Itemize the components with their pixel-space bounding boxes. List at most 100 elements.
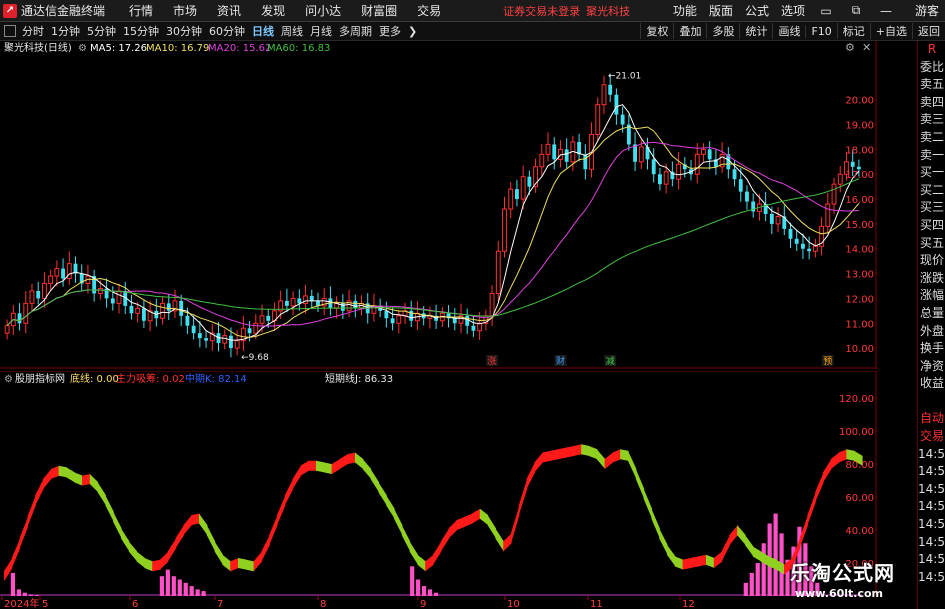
main-force-bar: [177, 579, 182, 596]
side-panel-item[interactable]: [918, 393, 945, 411]
panel-toggle-icon[interactable]: [4, 25, 16, 37]
mid-k-band-segment: [612, 449, 621, 463]
side-panel-item[interactable]: 14:56: [918, 463, 945, 481]
candle-body: [508, 188, 514, 210]
side-panel-item[interactable]: 买四: [918, 217, 945, 235]
settings-gear-icon[interactable]: ⚙: [78, 43, 87, 54]
side-panel-item[interactable]: 涨跌: [918, 270, 945, 288]
side-panel-item[interactable]: 卖四: [918, 94, 945, 112]
period-60min[interactable]: 60分钟: [209, 23, 245, 39]
menu-discover[interactable]: 发现: [259, 2, 287, 19]
side-panel-item[interactable]: 外盘: [918, 323, 945, 341]
side-panel-item[interactable]: 14:56: [918, 446, 945, 464]
sub-y-tick-label: 40.00: [845, 526, 874, 537]
button-adjust[interactable]: 复权: [640, 23, 673, 39]
app-logo-icon: ↗: [3, 3, 17, 18]
period-monthly[interactable]: 月线: [310, 23, 332, 39]
button-multi-stock[interactable]: 多股: [706, 23, 739, 39]
menu-function[interactable]: 功能: [673, 2, 697, 19]
event-marker[interactable]: 减: [606, 355, 615, 367]
side-panel-item[interactable]: 14:56: [918, 551, 945, 569]
side-panel-item[interactable]: 14:56: [918, 498, 945, 516]
menu-trade[interactable]: 交易: [415, 2, 443, 19]
menu-news[interactable]: 资讯: [215, 2, 243, 19]
candle-body: [396, 315, 402, 324]
minimize-icon[interactable]: —: [877, 4, 895, 18]
mid-k-band-segment: [261, 534, 270, 562]
menu-quotes[interactable]: 行情: [127, 2, 155, 19]
button-back[interactable]: 返回: [912, 23, 945, 39]
ma10-label: MA10: 16.79: [146, 43, 209, 54]
mid-k-band-segment: [50, 465, 60, 480]
side-panel-item[interactable]: 现价: [918, 252, 945, 270]
watermark-title: 乐淘公式网: [790, 561, 895, 585]
candle-body: [116, 290, 122, 304]
candle-body: [788, 228, 793, 239]
chart-close-icon[interactable]: ✕: [862, 41, 871, 54]
period-30min[interactable]: 30分钟: [166, 23, 202, 39]
side-panel-item[interactable]: 买五: [918, 235, 945, 253]
period-multi[interactable]: 多周期: [339, 23, 372, 39]
side-panel-item[interactable]: 14:56: [918, 534, 945, 552]
button-mark[interactable]: 标记: [836, 23, 870, 39]
side-panel-item[interactable]: 买二: [918, 182, 945, 200]
candlestick-chart[interactable]: 10.00 11.00 12.00 13.00 14.00 15.00 16.00 17.00…: [0, 41, 877, 369]
period-5min[interactable]: 5分钟: [87, 23, 116, 39]
side-panel-item[interactable]: 14:56: [918, 569, 945, 587]
event-marker[interactable]: 财: [556, 355, 565, 367]
side-panel-item[interactable]: 交易: [918, 428, 945, 446]
side-panel-item[interactable]: 涨幅: [918, 287, 945, 305]
side-panel-item[interactable]: 卖五: [918, 76, 945, 94]
side-panel-item[interactable]: 14:56: [918, 516, 945, 534]
menu-market[interactable]: 市场: [171, 2, 199, 19]
side-panel-item[interactable]: 自动: [918, 410, 945, 428]
menu-ask-xiaoda[interactable]: 问小达: [303, 2, 343, 19]
period-intraday[interactable]: 分时: [22, 23, 44, 39]
button-overlay[interactable]: 叠加: [673, 23, 706, 39]
side-panel-r-tab[interactable]: R: [918, 41, 945, 59]
menu-layout[interactable]: 版面: [709, 2, 733, 19]
side-panel-item[interactable]: 14:56: [918, 481, 945, 499]
event-marker[interactable]: 预: [823, 356, 832, 367]
period-more[interactable]: 更多: [379, 23, 401, 39]
tile-icon[interactable]: ⧉: [847, 3, 865, 18]
button-add-watchlist[interactable]: +自选: [869, 23, 912, 39]
period-1min[interactable]: 1分钟: [51, 23, 80, 39]
mid-k-band-segment: [573, 444, 582, 456]
side-panel-item[interactable]: 总量: [918, 305, 945, 323]
button-statistics[interactable]: 统计: [739, 23, 772, 39]
side-panel-item[interactable]: 委比: [918, 59, 945, 77]
mid-k-band-segment: [807, 492, 816, 526]
mid-k-band-segment: [651, 508, 660, 539]
period-weekly[interactable]: 周线: [281, 23, 303, 39]
menu-wealth-circle[interactable]: 财富圈: [359, 2, 399, 19]
mid-k-band-segment: [27, 495, 36, 527]
side-panel-item[interactable]: 卖一: [918, 147, 945, 165]
side-panel-item[interactable]: 买三: [918, 199, 945, 217]
indicator-chart[interactable]: 20.0040.0060.0080.00100.00120.00 ⚙ 股朋指标网…: [0, 371, 877, 596]
user-label[interactable]: 游客: [915, 2, 939, 19]
side-panel-item[interactable]: 买一: [918, 164, 945, 182]
price-annotation: ←9.68: [241, 353, 269, 363]
side-panel-item[interactable]: 净资: [918, 358, 945, 376]
side-panel-item[interactable]: 卖三: [918, 111, 945, 129]
menu-formula[interactable]: 公式: [745, 2, 769, 19]
login-notice[interactable]: 证券交易未登录: [503, 3, 580, 19]
sub-gear-icon[interactable]: ⚙: [4, 374, 13, 385]
restore-icon[interactable]: ▭: [817, 4, 835, 18]
button-f10[interactable]: F10: [805, 24, 836, 38]
chart-settings-icon[interactable]: ⚙: [845, 41, 855, 54]
mid-k-band-segment: [144, 558, 153, 572]
period-daily[interactable]: 日线: [252, 23, 274, 39]
side-panel-item[interactable]: 换手: [918, 340, 945, 358]
button-draw-line[interactable]: 画线: [772, 23, 805, 39]
period-15min[interactable]: 15分钟: [123, 23, 159, 39]
event-marker[interactable]: 涨: [488, 356, 497, 367]
menu-options[interactable]: 选项: [781, 2, 805, 19]
mid-term-band: [4, 444, 863, 582]
side-panel-item[interactable]: 卖二: [918, 129, 945, 147]
mid-k-band-segment: [487, 515, 496, 539]
side-panel-item[interactable]: 收益: [918, 375, 945, 393]
mid-k-band-segment: [526, 462, 535, 489]
chevron-right-icon[interactable]: ❯: [408, 25, 417, 38]
